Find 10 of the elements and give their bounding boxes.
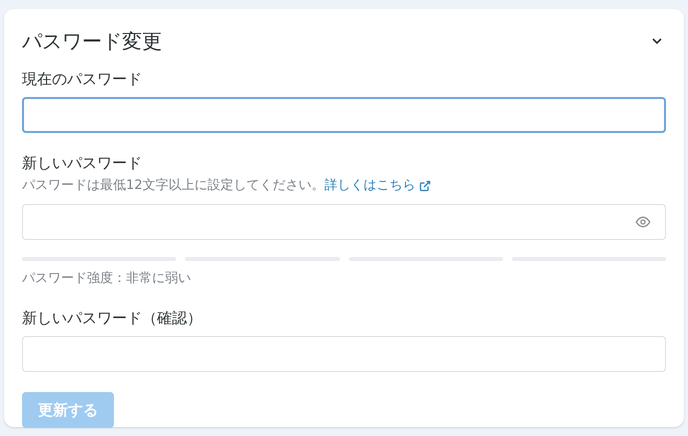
external-link-icon (418, 180, 431, 192)
password-field[interactable] (22, 97, 666, 133)
section-title: パスワード変更 (22, 28, 162, 55)
hint-text: パスワードは最低12文字以上に設定してください。 (22, 177, 325, 195)
strength-text: パスワード強度：非常に弱い (22, 270, 192, 288)
field-label: 現在のパスワード (22, 69, 143, 89)
eye-icon[interactable] (635, 214, 651, 230)
field-label: 新しいパスワード (22, 153, 143, 173)
field-label: 新しいパスワード（確認） (22, 308, 203, 328)
details-link[interactable]: 詳しくはこちら (324, 176, 431, 196)
